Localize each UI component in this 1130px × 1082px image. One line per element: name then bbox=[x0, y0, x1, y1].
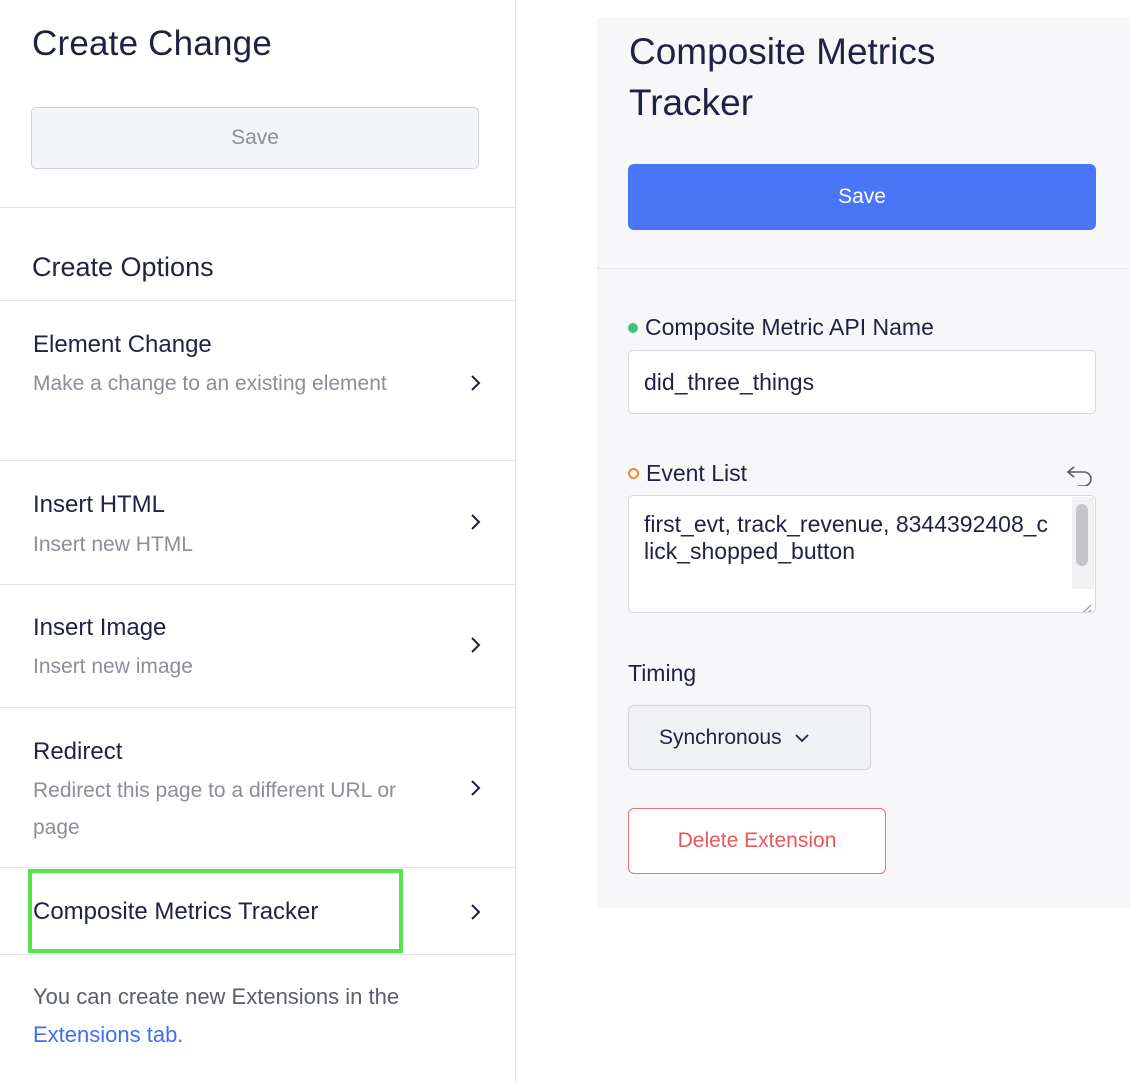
option-element-change[interactable]: Element Change Make a change to an exist… bbox=[0, 301, 515, 460]
resize-grip-icon[interactable] bbox=[1078, 595, 1092, 612]
option-description: Make a change to an existing element bbox=[33, 372, 387, 395]
option-title: Insert Image bbox=[33, 614, 167, 641]
option-description: Redirect this page to a different URL or… bbox=[33, 779, 397, 839]
api-name-input[interactable]: did_three_things bbox=[628, 350, 1096, 414]
editor-title: Composite Metrics Tracker bbox=[629, 31, 936, 123]
option-description: Insert new image bbox=[33, 655, 193, 678]
extension-editor-panel: Composite Metrics Tracker Save Composite… bbox=[597, 18, 1130, 908]
chevron-right-icon bbox=[466, 635, 486, 655]
save-button[interactable]: Save bbox=[628, 164, 1096, 230]
option-insert-image[interactable]: Insert Image Insert new image bbox=[0, 585, 515, 707]
event-list-label-text: Event List bbox=[646, 460, 747, 486]
option-insert-html[interactable]: Insert HTML Insert new HTML bbox=[0, 461, 515, 584]
divider bbox=[0, 207, 516, 208]
api-name-label: Composite Metric API Name bbox=[628, 314, 934, 341]
required-dot-icon bbox=[628, 322, 638, 333]
option-title: Redirect bbox=[33, 738, 123, 765]
timing-select[interactable]: Synchronous bbox=[628, 705, 871, 770]
create-options-heading: Create Options bbox=[32, 252, 214, 282]
chevron-right-icon bbox=[466, 373, 486, 393]
scrollbar-thumb[interactable] bbox=[1076, 504, 1088, 566]
footer-text: You can create new Extensions in the bbox=[33, 984, 400, 1009]
timing-label: Timing bbox=[628, 660, 697, 686]
divider bbox=[597, 268, 1130, 269]
selection-highlight bbox=[28, 869, 403, 953]
option-title: Insert HTML bbox=[33, 491, 166, 518]
save-button-disabled[interactable]: Save bbox=[31, 107, 479, 169]
footer-note: You can create new Extensions in the Ext… bbox=[33, 978, 493, 1054]
api-name-label-text: Composite Metric API Name bbox=[645, 314, 934, 340]
optional-dot-icon bbox=[628, 468, 639, 479]
create-change-panel: Create Change Save Create Options Elemen… bbox=[0, 0, 516, 1082]
delete-extension-button[interactable]: Delete Extension bbox=[628, 808, 886, 874]
option-title: Element Change bbox=[33, 331, 212, 358]
chevron-right-icon bbox=[466, 902, 486, 922]
chevron-right-icon bbox=[466, 512, 486, 532]
event-list-label: Event List bbox=[628, 460, 747, 487]
panel-title: Create Change bbox=[32, 24, 272, 63]
option-description: Insert new HTML bbox=[33, 533, 193, 556]
event-list-text: first_evt, track_revenue, 8344392408_cli… bbox=[644, 511, 1049, 564]
chevron-down-icon bbox=[794, 733, 809, 742]
option-redirect[interactable]: Redirect Redirect this page to a differe… bbox=[0, 708, 515, 867]
extensions-tab-link[interactable]: Extensions tab. bbox=[33, 1022, 183, 1047]
chevron-right-icon bbox=[466, 778, 486, 798]
undo-icon[interactable] bbox=[1064, 464, 1096, 487]
event-list-textarea[interactable]: first_evt, track_revenue, 8344392408_cli… bbox=[628, 495, 1096, 613]
timing-select-value: Synchronous bbox=[659, 725, 782, 749]
divider bbox=[0, 954, 516, 955]
